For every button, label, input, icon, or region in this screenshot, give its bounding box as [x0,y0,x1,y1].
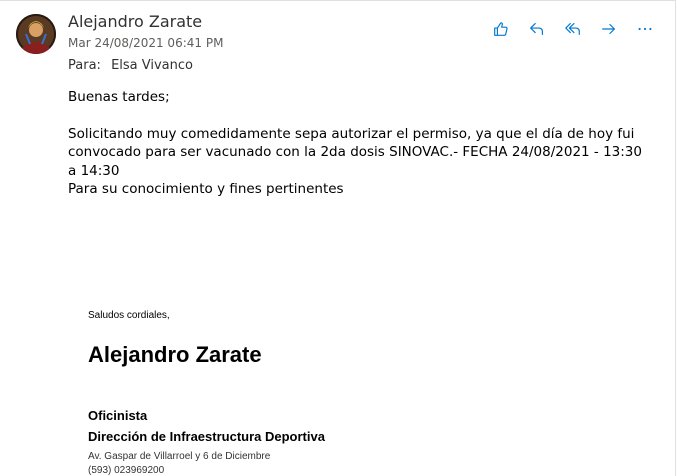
forward-icon [602,23,615,35]
like-button[interactable] [490,18,512,40]
body-paragraph: Solicitando muy comedidamente sepa autor… [68,125,642,179]
reply-icon [530,23,543,35]
signature-phone: (593) 023969200 [88,465,165,476]
more-options-icon [638,27,652,31]
message-actions [490,18,656,40]
forward-button[interactable] [598,18,620,40]
sent-date: Mar 24/08/2021 06:41 PM [68,36,224,50]
more-options-button[interactable] [634,18,656,40]
reply-all-icon [565,23,580,35]
reply-button[interactable] [526,18,548,40]
reply-all-button[interactable] [562,18,584,40]
sender-avatar[interactable] [16,14,56,54]
body-closing-line: Para su conocimiento y fines pertinentes [68,181,344,197]
signature-name: Alejandro Zarate [88,342,262,367]
signature-title: Oficinista [88,408,148,423]
recipients-line: Para: Elsa Vivanco [68,58,193,73]
to-label: Para: [68,58,101,73]
avatar-image [16,14,56,54]
recipient-name[interactable]: Elsa Vivanco [111,58,193,73]
body-greeting: Buenas tardes; [68,89,170,105]
sender-name[interactable]: Alejandro Zarate [68,12,202,31]
signature-greeting: Saludos cordiales, [88,310,170,321]
like-icon [494,22,508,36]
signature-department: Dirección de Infraestructura Deportiva [88,429,325,444]
signature-address: Av. Gaspar de Villarroel y 6 de Diciembr… [88,451,271,462]
message-body: Buenas tardes; Solicitando muy comedidam… [68,88,648,199]
